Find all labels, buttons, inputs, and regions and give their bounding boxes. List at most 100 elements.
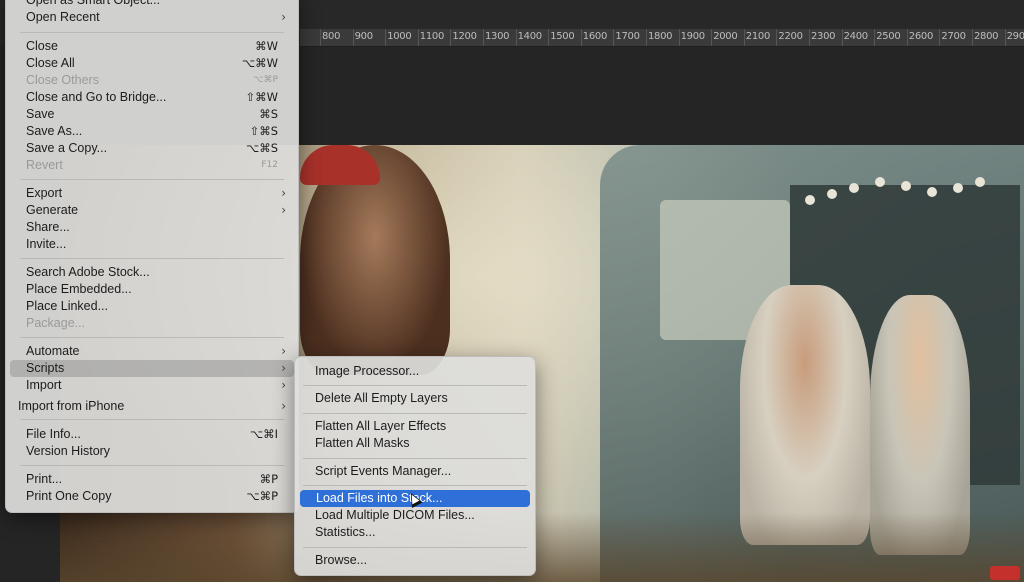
menu-item-shortcut: ⇧⌘S [249, 124, 278, 138]
ruler-mark [515, 29, 517, 46]
menu-item-label: Automate [26, 344, 80, 358]
submenu-item-label: Image Processor... [315, 364, 420, 378]
menu-item-scripts[interactable]: Scripts › [10, 360, 294, 377]
scripts-submenu: Image Processor... Delete All Empty Layer… [294, 356, 536, 576]
menu-item-label: Generate [26, 203, 79, 217]
menu-item-close-and-go-to-bridge[interactable]: Close and Go to Bridge... ⇧⌘W [6, 89, 298, 106]
ruler-tick-label: 2000 [713, 31, 738, 42]
submenu-item-flatten-all-layer-effects[interactable]: Flatten All Layer Effects [295, 418, 535, 435]
menu-item-close-all[interactable]: Close All ⌥⌘W [6, 55, 298, 72]
submenu-item-browse[interactable]: Browse... [295, 552, 535, 569]
submenu-item-label: Delete All Empty Layers [315, 391, 448, 405]
ruler-tick-label: 2500 [876, 31, 901, 42]
ruler-mark [711, 29, 713, 46]
ruler-mark [483, 29, 484, 46]
ruler-tick-label: 1800 [648, 31, 673, 42]
menu-item-share[interactable]: Share... [6, 219, 298, 236]
menu-item-print-one-copy[interactable]: Print One Copy ⌥⌘P [6, 488, 298, 505]
menu-item-shortcut: ⌥⌘S [245, 141, 278, 155]
menu-item-label: Import [26, 378, 62, 392]
chevron-right-icon: › [281, 378, 286, 392]
menu-item-label: Close All [26, 56, 75, 70]
canvas-string-lights [805, 173, 985, 213]
menu-item-search-adobe-stock[interactable]: Search Adobe Stock... [6, 264, 298, 281]
submenu-item-label: Browse... [315, 553, 368, 567]
ruler-mark [874, 29, 876, 46]
ruler-mark [646, 29, 647, 46]
ruler-mark [417, 29, 419, 46]
ruler-mark [776, 29, 778, 46]
menu-item-save-as[interactable]: Save As... ⇧⌘S [6, 123, 298, 140]
menu-item-invite[interactable]: Invite... [6, 236, 298, 253]
menu-item-label: Version History [26, 444, 111, 458]
file-menu: Open as Smart Object... Open Recent › Close… [5, 0, 299, 513]
menu-item-import-from-iphone[interactable]: Import from iPhone › [0, 398, 298, 415]
menu-item-file-info[interactable]: File Info... ⌥⌘I [6, 426, 298, 443]
menu-separator [20, 337, 284, 338]
menu-item-label: Export [26, 186, 63, 200]
menu-item-close[interactable]: Close ⌘W [6, 38, 298, 55]
menu-item-label: File Info... [26, 427, 81, 441]
ruler-tick-label: 2900 [1006, 31, 1024, 42]
menu-item-save-a-copy[interactable]: Save a Copy... ⌥⌘S [6, 140, 298, 157]
menu-item-print[interactable]: Print... ⌘P [6, 471, 298, 488]
submenu-item-load-multiple-dicom-files[interactable]: Load Multiple DICOM Files... [295, 507, 535, 524]
menu-item-label: Invite... [26, 237, 67, 251]
menu-item-open-recent[interactable]: Open Recent › [6, 9, 298, 26]
ruler-mark [613, 29, 615, 46]
menu-item-place-embedded[interactable]: Place Embedded... [6, 281, 298, 298]
ruler-tick-label: 2700 [941, 31, 966, 42]
chevron-right-icon: › [281, 10, 286, 24]
menu-separator [303, 385, 527, 386]
menu-item-revert: Revert F12 [6, 157, 298, 174]
menu-item-label: Close and Go to Bridge... [26, 90, 167, 104]
submenu-item-label: Flatten All Masks [315, 436, 410, 450]
menu-item-shortcut: ⌥⌘P [246, 489, 278, 503]
menu-item-shortcut: ⌥⌘W [241, 56, 278, 70]
ruler-tick-label: 1400 [517, 31, 543, 42]
menu-item-save[interactable]: Save ⌘S [6, 106, 298, 123]
menu-item-label: Save As... [26, 124, 83, 138]
ruler-tick-label: 900 [354, 31, 373, 42]
ruler-mark [320, 29, 321, 46]
menu-item-place-linked[interactable]: Place Linked... [6, 298, 298, 315]
menu-item-export[interactable]: Export › [6, 185, 298, 202]
menu-item-version-history[interactable]: Version History [6, 443, 298, 460]
ruler-mark [548, 29, 550, 46]
youtube-badge-icon [990, 566, 1020, 580]
submenu-item-delete-all-empty-layers[interactable]: Delete All Empty Layers [295, 390, 535, 407]
menu-item-shortcut: ⌘P [259, 472, 278, 486]
ruler-tick-label: 2800 [974, 31, 999, 42]
menu-item-shortcut: ⇧⌘W [245, 90, 278, 104]
menu-separator [20, 258, 284, 259]
menu-item-label: Close [26, 39, 58, 53]
submenu-item-label: Load Multiple DICOM Files... [315, 508, 475, 522]
chevron-right-icon: › [281, 344, 286, 358]
menu-item-shortcut: ⌥⌘P [253, 75, 278, 85]
menu-item-label: Import from iPhone [18, 399, 125, 413]
menu-item-label: Package... [26, 316, 86, 330]
ruler-mark [906, 29, 908, 46]
menu-item-label: Open Recent [26, 10, 100, 24]
menu-item-automate[interactable]: Automate › [6, 343, 298, 360]
menu-separator [20, 32, 284, 33]
horizontal-ruler: 800 900 1000 1100 1200 1300 1400 1500 1600 1700 18… [300, 29, 1024, 47]
ruler-tick-label: 2100 [745, 31, 771, 42]
submenu-item-flatten-all-masks[interactable]: Flatten All Masks [295, 435, 535, 452]
menu-item-generate[interactable]: Generate › [6, 202, 298, 219]
menu-item-open-as-smart-object[interactable]: Open as Smart Object... [6, 0, 298, 9]
ruler-tick-label: 2200 [778, 31, 803, 42]
canvas-ground [60, 512, 1024, 582]
ruler-tick-label: 1900 [680, 31, 706, 42]
menu-item-label: Close Others [26, 73, 99, 87]
menu-item-label: Revert [26, 158, 63, 172]
menu-item-label: Save [26, 107, 55, 121]
menu-item-import[interactable]: Import › [6, 377, 298, 394]
menu-item-label: Place Embedded... [26, 282, 132, 296]
ruler-mark [939, 29, 941, 46]
submenu-item-script-events-manager[interactable]: Script Events Manager... [295, 463, 535, 480]
submenu-item-image-processor[interactable]: Image Processor... [295, 363, 535, 380]
chevron-right-icon: › [281, 361, 286, 375]
submenu-item-label: Statistics... [315, 525, 376, 539]
submenu-item-statistics[interactable]: Statistics... [295, 524, 535, 541]
